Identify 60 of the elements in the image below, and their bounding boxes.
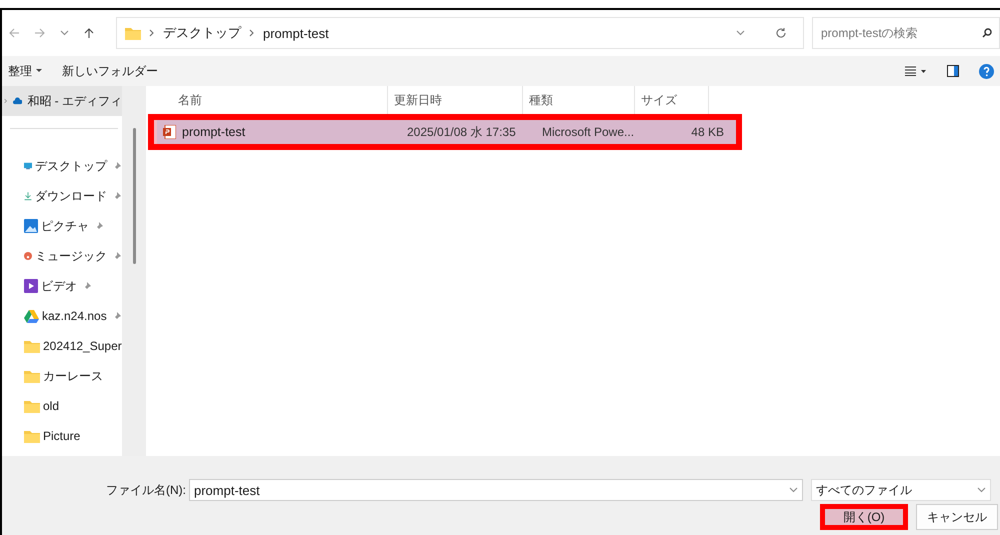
column-header[interactable]: 更新日時 xyxy=(394,92,442,108)
video-icon xyxy=(24,279,38,293)
scrollbar[interactable] xyxy=(122,86,146,456)
table-cell-text: 48 KB xyxy=(690,125,724,139)
new-folder-button[interactable]: 新しいフォルダー xyxy=(62,62,158,80)
sidebar-item[interactable]: カーレース xyxy=(2,361,122,391)
folder-icon xyxy=(24,400,40,412)
sidebar-item[interactable]: 202412_Super xyxy=(2,331,122,361)
sidebar-item[interactable]: ダウンロード xyxy=(2,181,122,211)
presentation-file-icon xyxy=(163,125,176,139)
chevron-right-icon xyxy=(249,29,255,37)
sidebar-item[interactable]: ピクチャ xyxy=(2,211,122,241)
sidebar-item[interactable]: ミュージック xyxy=(2,241,122,271)
file-row[interactable]: prompt-test 2025/01/08 水 17:35 Microsoft Powe... 48 KB xyxy=(154,120,736,144)
file-name-label: ファイル名(N): xyxy=(105,482,187,498)
sidebar-item[interactable]: デスクトップ xyxy=(2,151,122,181)
chevron-down-icon xyxy=(736,30,745,36)
file-name-field[interactable]: prompt-test xyxy=(189,479,803,501)
search-field[interactable]: prompt-testの検索 xyxy=(812,17,1000,49)
recent-dropdown-icon xyxy=(60,30,69,36)
column-header[interactable]: 名前 xyxy=(178,92,202,108)
sidebar-item[interactable]: 和昭 - エディフィ xyxy=(2,86,122,116)
sidebar-item[interactable]: ビデオ xyxy=(2,271,122,301)
breadcrumb[interactable]: デスクトップ xyxy=(163,24,241,42)
breadcrumb[interactable]: prompt-test xyxy=(263,26,329,40)
file-type-dropdown[interactable]: すべてのファイル xyxy=(811,479,991,501)
search-icon xyxy=(982,28,992,38)
chevron-right-icon[interactable] xyxy=(4,97,8,105)
file-name: prompt-test xyxy=(182,125,246,139)
folder-icon xyxy=(24,430,40,442)
folder-icon xyxy=(24,340,40,352)
address-bar[interactable]: デスクトップ prompt-test xyxy=(116,17,804,49)
up-icon[interactable] xyxy=(83,27,95,39)
preview-pane-icon[interactable] xyxy=(947,65,959,77)
monitor-icon xyxy=(24,160,32,172)
cloud-icon xyxy=(12,96,22,106)
caret-icon xyxy=(36,69,42,73)
folder-icon xyxy=(125,26,141,40)
column-header[interactable]: サイズ xyxy=(641,92,677,108)
chevron-down-icon xyxy=(977,487,986,493)
music-icon xyxy=(24,249,32,263)
chevron-down-icon xyxy=(789,487,798,493)
cancel-button[interactable]: キャンセル xyxy=(916,504,998,530)
drive-icon xyxy=(24,310,39,322)
help-icon[interactable] xyxy=(979,64,994,78)
table-cell-text: Microsoft Powe... xyxy=(542,125,636,139)
image-icon xyxy=(24,219,38,233)
refresh-icon[interactable] xyxy=(775,27,787,39)
table-cell-text: 2025/01/08 水 17:35 xyxy=(407,124,517,140)
folder-icon xyxy=(24,370,40,382)
sidebar-item[interactable]: old xyxy=(2,391,122,421)
chevron-right-icon xyxy=(149,29,155,37)
open-button[interactable]: 開く(O) xyxy=(820,504,908,530)
back-icon[interactable] xyxy=(8,27,20,39)
sidebar-item[interactable]: Picture xyxy=(2,421,122,451)
sidebar-item[interactable]: kaz.n24.nos xyxy=(2,301,122,331)
column-header[interactable]: 種類 xyxy=(529,92,553,108)
organize-button[interactable]: 整理 xyxy=(8,62,42,80)
forward-icon[interactable] xyxy=(34,27,46,39)
view-menu-icon[interactable] xyxy=(905,66,927,76)
